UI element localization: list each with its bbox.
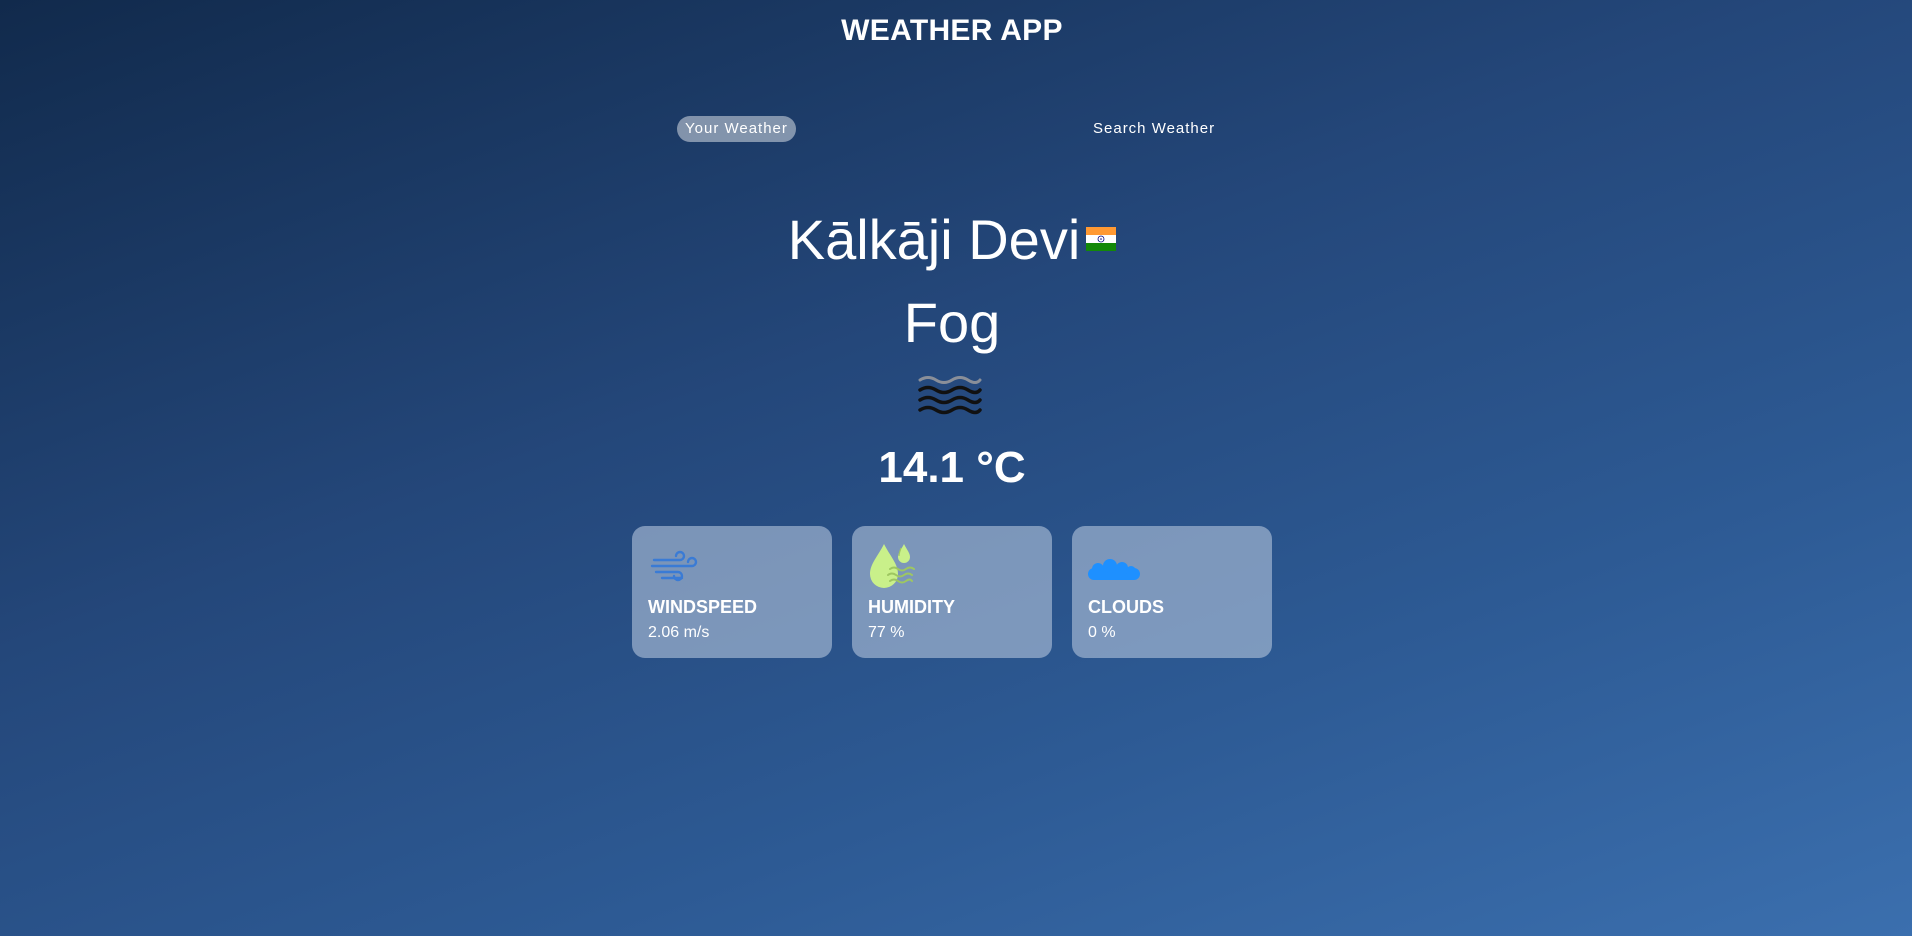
app-title: WEATHER APP <box>841 14 1063 47</box>
india-flag-icon <box>1086 227 1117 251</box>
windspeed-label: WINDSPEED <box>648 597 758 617</box>
tab-search-weather[interactable]: Search Weather <box>1085 116 1223 142</box>
tab-your-weather[interactable]: Your Weather <box>677 116 796 142</box>
clouds-value: 0 % <box>1088 624 1116 641</box>
city-name: Kālkāji Devi <box>787 208 1081 271</box>
clouds-icon <box>1088 559 1140 580</box>
location-heading: Kālkāji Devi <box>0 205 1904 275</box>
humidity-label: HUMIDITY <box>868 597 955 617</box>
windspeed-card: WINDSPEED 2.06 m/s <box>632 526 832 658</box>
humidity-value: 77 % <box>868 624 905 641</box>
windspeed-value: 2.06 m/s <box>648 624 710 641</box>
wind-icon <box>650 550 698 582</box>
clouds-label: CLOUDS <box>1088 597 1164 617</box>
weather-condition: Fog <box>903 291 1001 354</box>
humidity-card: HUMIDITY 77 % <box>852 526 1052 658</box>
humidity-icon <box>870 544 915 588</box>
temperature: 14.1 °C <box>878 443 1026 492</box>
tab-bar: Your Weather Search Weather <box>0 116 1904 144</box>
clouds-card: CLOUDS 0 % <box>1072 526 1272 658</box>
fog-icon <box>918 376 982 415</box>
weather-stats: WINDSPEED 2.06 m/s HUMIDITY 77 % CLOUDS … <box>632 526 1272 658</box>
